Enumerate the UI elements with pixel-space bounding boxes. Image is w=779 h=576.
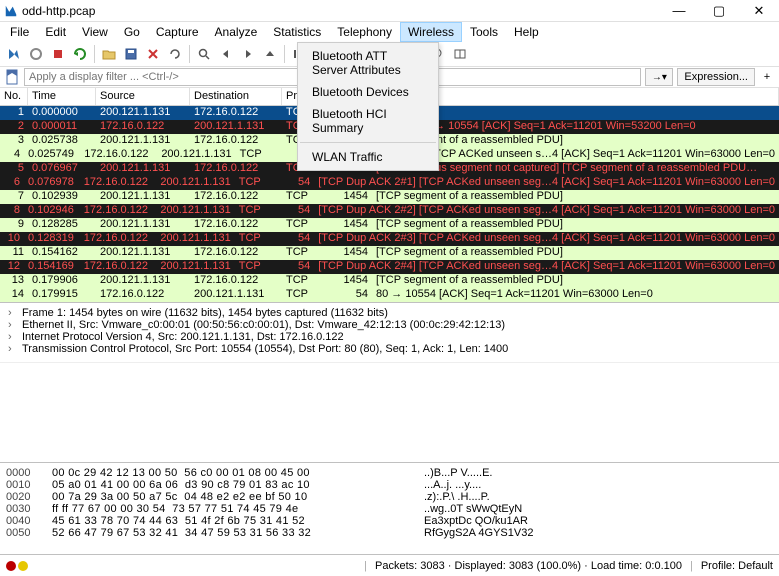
menu-analyze[interactable]: Analyze	[207, 22, 266, 42]
packet-bytes-pane[interactable]: 000000 0c 29 42 12 13 00 50 56 c0 00 01 …	[0, 462, 779, 554]
hex-line[interactable]: 000000 0c 29 42 12 13 00 50 56 c0 00 01 …	[6, 467, 773, 479]
tree-item[interactable]: ›Ethernet II, Src: Vmware_c0:00:01 (00:5…	[8, 319, 771, 331]
menu-statistics[interactable]: Statistics	[265, 22, 329, 42]
menu-capture[interactable]: Capture	[148, 22, 207, 42]
hex-line[interactable]: 0030ff ff 77 67 00 00 30 54 73 57 77 51 …	[6, 503, 773, 515]
menubar: FileEditViewGoCaptureAnalyzeStatisticsTe…	[0, 22, 779, 42]
app-icon	[4, 4, 18, 18]
menu-view[interactable]: View	[74, 22, 116, 42]
menu-file[interactable]: File	[2, 22, 37, 42]
menu-edit[interactable]: Edit	[37, 22, 74, 42]
jump-button[interactable]	[260, 44, 280, 64]
bookmark-icon[interactable]	[4, 69, 20, 85]
stop-capture-button[interactable]	[26, 44, 46, 64]
col-header-src[interactable]: Source	[96, 88, 190, 105]
status-packets: Packets: 3083 · Displayed: 3083 (100.0%)…	[375, 560, 682, 572]
close-file-button[interactable]	[143, 44, 163, 64]
hex-line[interactable]: 001005 a0 01 41 00 00 6a 06 d3 90 c8 79 …	[6, 479, 773, 491]
next-button[interactable]	[238, 44, 258, 64]
hex-line[interactable]: 005052 66 47 79 67 53 32 41 34 47 59 53 …	[6, 527, 773, 539]
expert-info-icon[interactable]	[6, 561, 16, 571]
menu-item-bluetooth-devices[interactable]: Bluetooth Devices	[298, 81, 438, 103]
packet-row[interactable]: 90.128285200.121.1.131172.16.0.122TCP145…	[0, 218, 779, 232]
open-file-button[interactable]	[99, 44, 119, 64]
details-blank-area	[0, 362, 779, 462]
packet-row[interactable]: 60.076978172.16.0.122200.121.1.131TCP54[…	[0, 176, 779, 190]
packet-row[interactable]: 100.128319172.16.0.122200.121.1.131TCP54…	[0, 232, 779, 246]
add-filter-button[interactable]: +	[759, 71, 775, 83]
tree-item[interactable]: ›Frame 1: 1454 bytes on wire (11632 bits…	[8, 307, 771, 319]
filter-apply-button[interactable]: →▾	[645, 68, 673, 86]
tree-toggle-icon[interactable]: ›	[8, 307, 18, 319]
menu-wireless[interactable]: Wireless	[400, 22, 462, 42]
menu-telephony[interactable]: Telephony	[329, 22, 400, 42]
expert-warn-icon[interactable]	[18, 561, 28, 571]
menu-item-wlan-traffic[interactable]: WLAN Traffic	[298, 146, 438, 168]
col-header-time[interactable]: Time	[28, 88, 96, 105]
reload-button[interactable]	[165, 44, 185, 64]
menu-item-bluetooth-att-server-attributes[interactable]: Bluetooth ATT Server Attributes	[298, 45, 438, 81]
status-profile[interactable]: Profile: Default	[701, 560, 773, 572]
wireless-menu-dropdown: Bluetooth ATT Server AttributesBluetooth…	[297, 42, 439, 171]
titlebar: odd-http.pcap — ▢ ✕	[0, 0, 779, 22]
tree-toggle-icon[interactable]: ›	[8, 343, 18, 355]
hex-line[interactable]: 004045 61 33 78 70 74 44 63 51 4f 2f 6b …	[6, 515, 773, 527]
maximize-button[interactable]: ▢	[699, 0, 739, 22]
start-capture-button[interactable]	[4, 44, 24, 64]
minimize-button[interactable]: —	[659, 0, 699, 22]
col-header-no[interactable]: No.	[0, 88, 28, 105]
resize-columns-button[interactable]	[450, 44, 470, 64]
close-button[interactable]: ✕	[739, 0, 779, 22]
save-file-button[interactable]	[121, 44, 141, 64]
col-header-dst[interactable]: Destination	[190, 88, 282, 105]
tree-toggle-icon[interactable]: ›	[8, 319, 18, 331]
packet-row[interactable]: 140.179915172.16.0.122200.121.1.131TCP54…	[0, 288, 779, 302]
menu-go[interactable]: Go	[116, 22, 148, 42]
packet-row[interactable]: 120.154169172.16.0.122200.121.1.131TCP54…	[0, 260, 779, 274]
menu-tools[interactable]: Tools	[462, 22, 506, 42]
find-button[interactable]	[194, 44, 214, 64]
packet-row[interactable]: 110.154162200.121.1.131172.16.0.122TCP14…	[0, 246, 779, 260]
prev-button[interactable]	[216, 44, 236, 64]
window-title: odd-http.pcap	[22, 4, 95, 18]
status-bar: | Packets: 3083 · Displayed: 3083 (100.0…	[0, 554, 779, 576]
packet-row[interactable]: 70.102939200.121.1.131172.16.0.122TCP145…	[0, 190, 779, 204]
packet-details-tree[interactable]: ›Frame 1: 1454 bytes on wire (11632 bits…	[0, 302, 779, 362]
expression-button[interactable]: Expression...	[677, 68, 755, 86]
packet-row[interactable]: 130.179906200.121.1.131172.16.0.122TCP14…	[0, 274, 779, 288]
tree-item[interactable]: ›Transmission Control Protocol, Src Port…	[8, 343, 771, 355]
restart-capture-button[interactable]	[48, 44, 68, 64]
tree-item[interactable]: ›Internet Protocol Version 4, Src: 200.1…	[8, 331, 771, 343]
tree-toggle-icon[interactable]: ›	[8, 331, 18, 343]
hex-line[interactable]: 002000 7a 29 3a 00 50 a7 5c 04 48 e2 e2 …	[6, 491, 773, 503]
menu-item-bluetooth-hci-summary[interactable]: Bluetooth HCI Summary	[298, 103, 438, 139]
capture-options-button[interactable]	[70, 44, 90, 64]
packet-row[interactable]: 80.102946172.16.0.122200.121.1.131TCP54[…	[0, 204, 779, 218]
menu-help[interactable]: Help	[506, 22, 547, 42]
